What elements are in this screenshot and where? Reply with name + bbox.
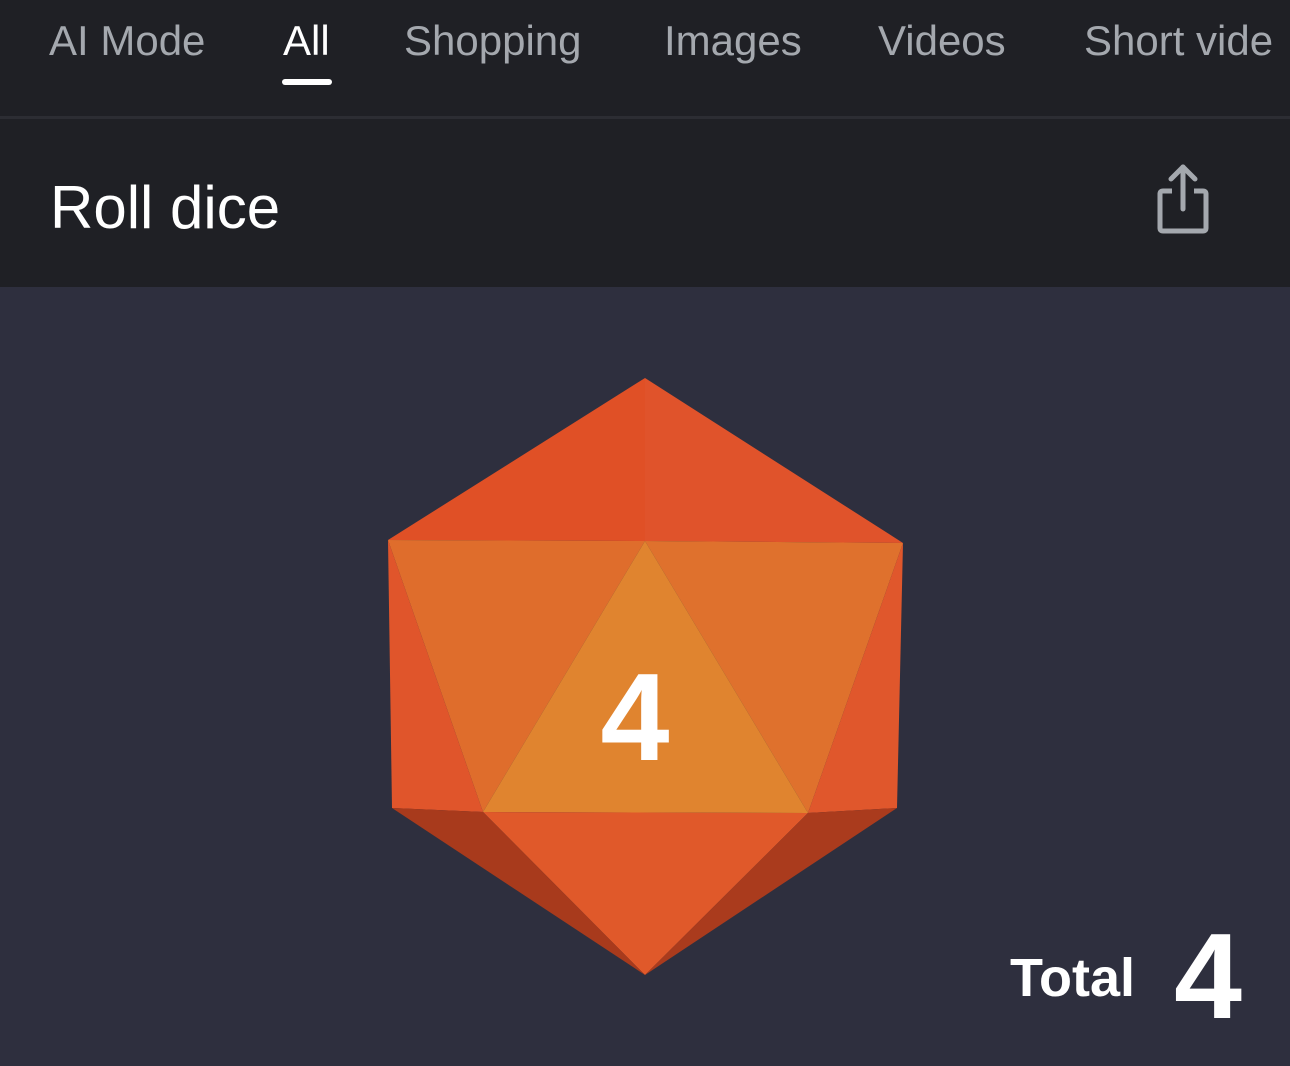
- card-title: Roll dice: [50, 174, 281, 241]
- tab-ai-mode[interactable]: AI Mode: [49, 16, 205, 66]
- tab-all[interactable]: All: [283, 16, 330, 66]
- tab-videos[interactable]: Videos: [878, 16, 1006, 66]
- total-label: Total: [1010, 948, 1135, 1008]
- share-icon[interactable]: [1152, 161, 1214, 237]
- tab-shopping[interactable]: Shopping: [404, 16, 582, 66]
- active-tab-indicator: [282, 79, 332, 85]
- tab-images[interactable]: Images: [664, 16, 802, 66]
- tab-short-videos[interactable]: Short vide: [1084, 16, 1273, 66]
- total-value: 4: [1174, 908, 1242, 1044]
- search-tabs-bar: AI Mode All Shopping Images Videos Short…: [0, 0, 1290, 116]
- die-face-value: 4: [600, 649, 670, 787]
- card-header: Roll dice: [0, 119, 1290, 287]
